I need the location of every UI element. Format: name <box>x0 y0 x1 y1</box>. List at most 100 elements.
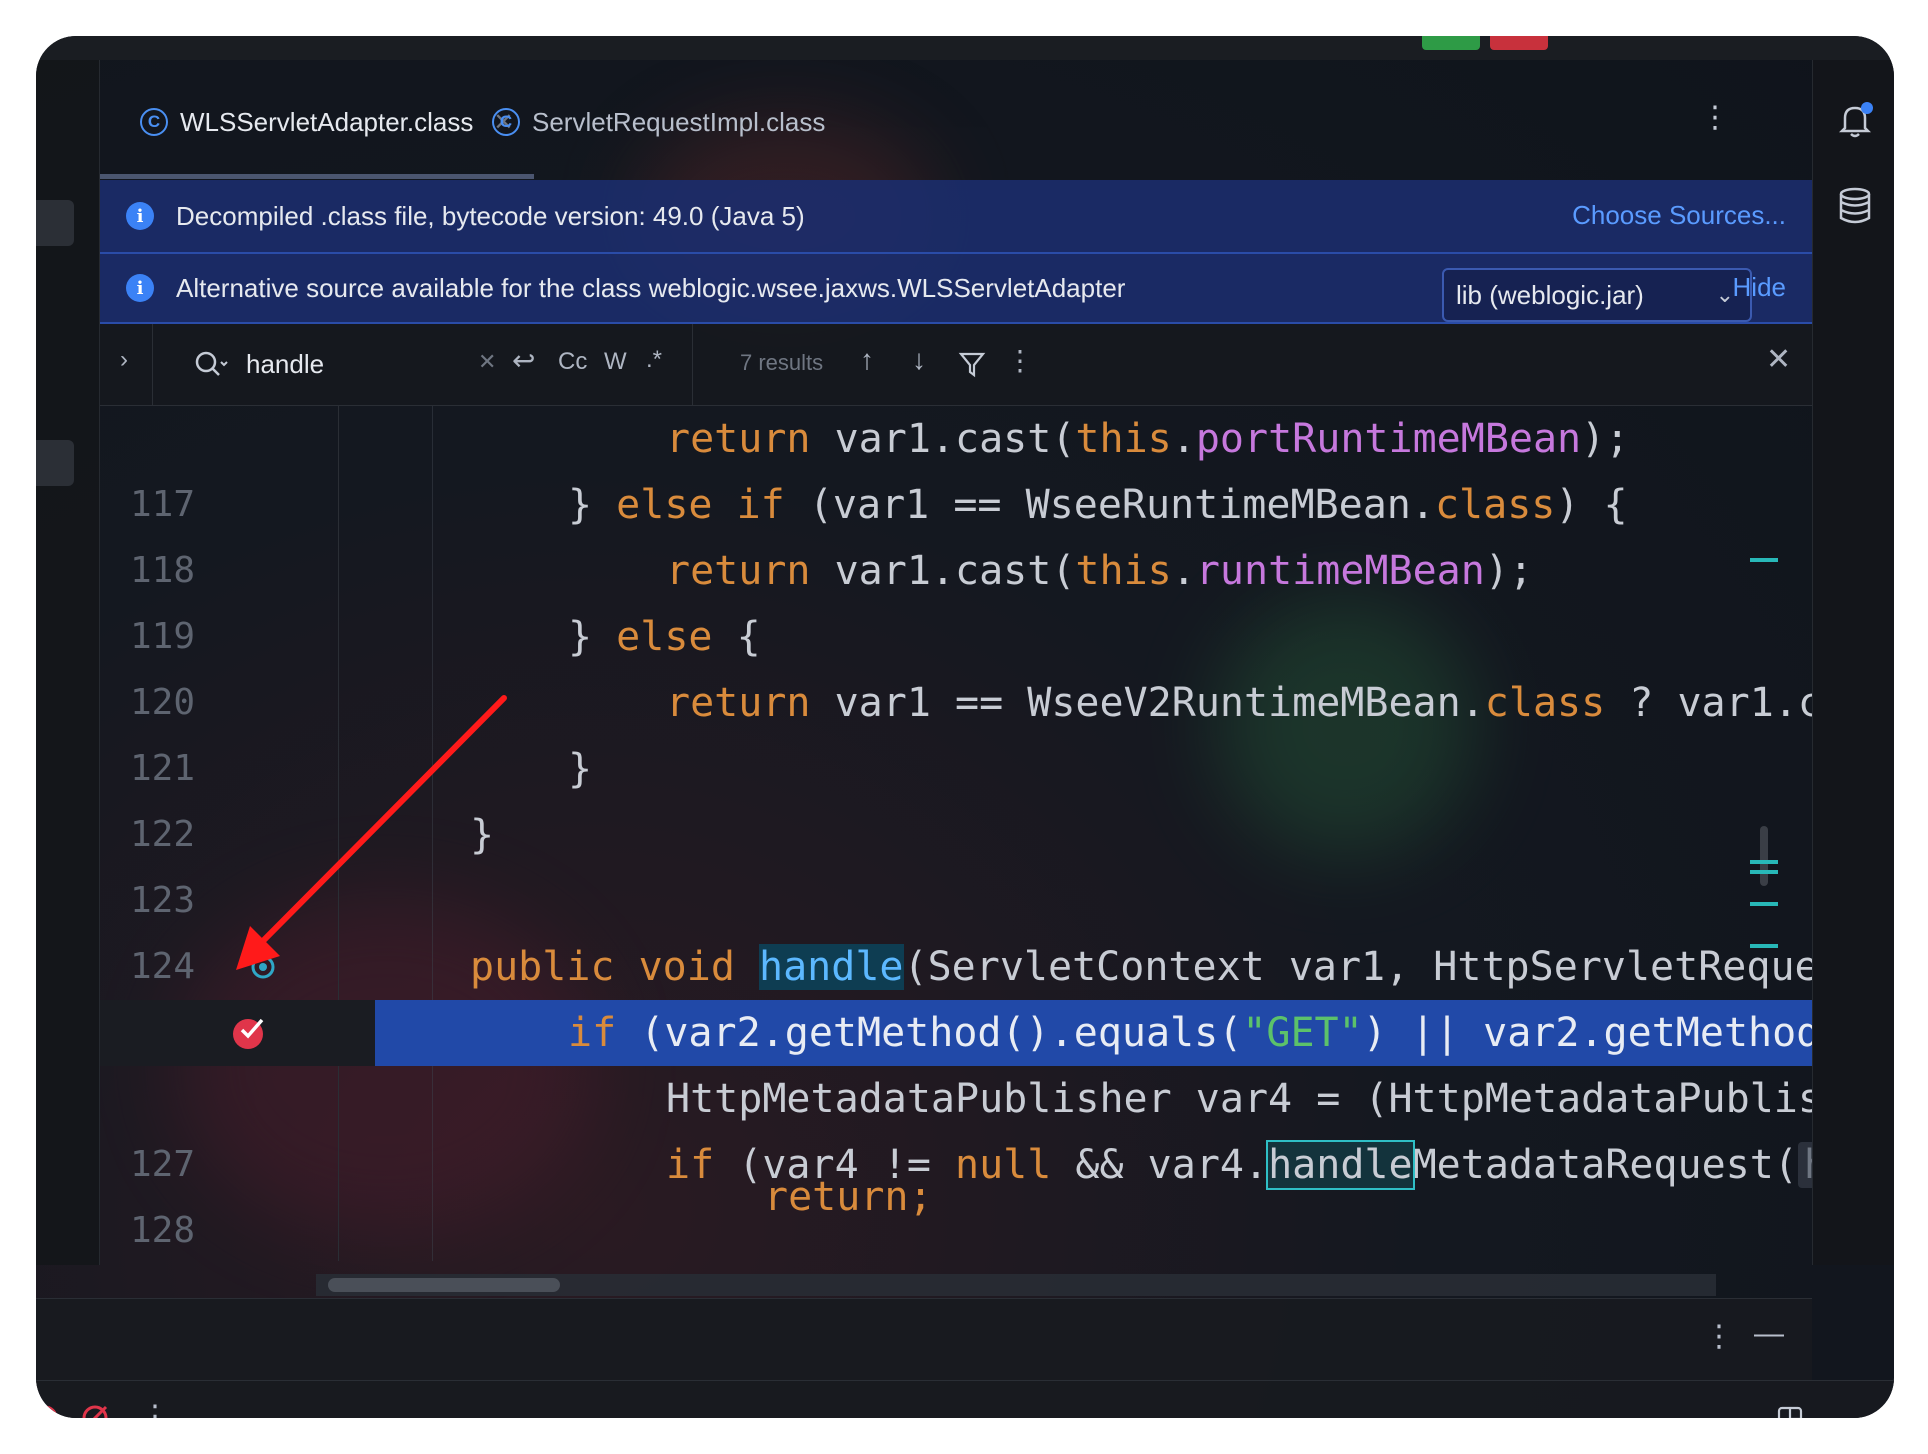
mute-breakpoints-icon[interactable] <box>80 1403 110 1418</box>
code-text: return var1.cast(this.portRuntimeMBean); <box>666 406 1629 472</box>
code-token: (var2.getMethod().equals( <box>616 1010 1243 1056</box>
next-occurrence-icon[interactable]: ↓ <box>912 344 926 376</box>
code-line: 127 HttpMetadataPublisher var4 = (HttpMe… <box>100 1066 1812 1185</box>
search-result-mark[interactable] <box>1750 902 1778 906</box>
code-text: } <box>470 812 495 858</box>
left-tool-strip <box>36 60 100 1265</box>
code-token: return <box>666 416 811 462</box>
database-icon[interactable] <box>1837 186 1873 226</box>
clear-search-icon[interactable]: ✕ <box>478 349 496 375</box>
minimize-icon[interactable]: — <box>1754 1317 1784 1351</box>
search-result-mark[interactable] <box>1750 860 1778 864</box>
more-vertical-icon[interactable]: ⋮ <box>140 1399 170 1418</box>
editor-tab-bar: C WLSServletAdapter.class ✕ C ServletReq… <box>100 72 1812 180</box>
vertical-scroll-thumb[interactable] <box>1760 826 1768 886</box>
code-line: 129 return; <box>100 1174 1812 1261</box>
regex-toggle[interactable]: .* <box>646 346 662 374</box>
search-icon[interactable] <box>194 350 228 380</box>
new-line-icon[interactable]: ↩ <box>512 344 535 377</box>
tab-label: WLSServletAdapter.class <box>180 106 474 137</box>
source-select[interactable]: lib (weblogic.jar) ⌄ <box>1442 268 1752 322</box>
previous-occurrence-icon[interactable]: ↑ <box>860 344 874 376</box>
code-token: class <box>1434 482 1556 528</box>
more-vertical-icon[interactable]: ⋮ <box>1704 1319 1734 1354</box>
code-text: if (var2.getMethod().equals("GET") || va… <box>568 1000 1812 1066</box>
search-result-mark[interactable] <box>1750 558 1778 562</box>
horizontal-scrollbar[interactable] <box>316 1274 1716 1296</box>
breakpoint-icon[interactable] <box>230 1012 270 1052</box>
title-strip <box>36 36 1894 60</box>
code-editor[interactable]: 117 return var1.cast(this.portRuntimeMBe… <box>100 406 1812 1261</box>
code-token: ) { <box>1555 482 1628 528</box>
search-match: handle <box>759 944 904 990</box>
find-bar: › ✕ ↩ Cc W .* 7 results ↑ ↓ ⋮ ✕ <box>100 324 1812 406</box>
code-token: public void <box>470 944 735 990</box>
results-count: 7 results <box>740 350 824 375</box>
debug-toolbar: ⋮ <box>36 1380 1894 1418</box>
stop-button[interactable] <box>1490 36 1548 50</box>
code-token: else if <box>616 482 785 528</box>
close-find-icon[interactable]: ✕ <box>1766 342 1791 377</box>
code-token: null <box>955 1142 1052 1188</box>
notifications-icon[interactable] <box>1835 100 1875 140</box>
info-icon: i <box>126 202 154 230</box>
tab-label: ServletRequestImpl.class <box>532 106 826 137</box>
more-vertical-icon[interactable]: ⋮ <box>1700 100 1730 135</box>
class-icon: C <box>140 108 168 136</box>
code-text: public void handle(ServletContext var1, … <box>470 934 1812 1000</box>
find-input[interactable] <box>246 344 466 384</box>
right-tool-strip <box>1812 60 1894 1265</box>
more-vertical-icon[interactable]: ⋮ <box>1006 344 1034 377</box>
parameter-hint: ht <box>1797 1142 1812 1188</box>
class-icon: C <box>492 108 520 136</box>
alternative-source-banner: i Alternative source available for the c… <box>100 254 1812 324</box>
code-token: var1 == WseeV2RuntimeMBean. <box>810 680 1485 726</box>
code-token: return <box>666 548 811 594</box>
run-button[interactable] <box>1422 36 1480 50</box>
code-token: else <box>616 614 713 660</box>
ide-window: C WLSServletAdapter.class ✕ C ServletReq… <box>36 36 1894 1418</box>
chevron-down-icon: ⌄ <box>1715 282 1734 307</box>
code-text: HttpMetadataPublisher var4 = (HttpMetada… <box>666 1076 1812 1122</box>
search-result-mark[interactable] <box>1750 944 1778 948</box>
choose-sources-link[interactable]: Choose Sources... <box>1572 200 1786 231</box>
code-token: MetadataRequest( <box>1412 1142 1798 1188</box>
filter-icon[interactable] <box>958 350 986 378</box>
code-token: ); <box>1484 548 1533 594</box>
code-token: { <box>712 614 761 660</box>
divider <box>152 324 153 406</box>
code-text: return var1 == WseeV2RuntimeMBean.class … <box>666 670 1812 736</box>
match-case-toggle[interactable]: Cc <box>558 348 587 376</box>
view-breakpoints-icon[interactable] <box>36 1403 60 1418</box>
code-text: } <box>568 746 593 792</box>
hide-link[interactable]: Hide <box>1733 272 1786 303</box>
tool-window-button[interactable] <box>36 440 74 486</box>
code-token: } <box>568 614 617 660</box>
layout-icon[interactable] <box>1776 1405 1804 1418</box>
tab-servletrequestimpl[interactable]: C ServletRequestImpl.class <box>492 102 825 142</box>
info-icon: i <box>126 274 154 302</box>
code-token: this <box>1075 416 1172 462</box>
code-token: return <box>666 680 811 726</box>
code-line: 117 return var1.cast(this.portRuntimeMBe… <box>100 406 1812 525</box>
code-token: return; <box>764 1174 933 1220</box>
code-line: 119 return var1.cast(this.runtimeMBean); <box>100 538 1812 657</box>
code-line: 122 } <box>100 736 1812 855</box>
code-token: if <box>568 1010 617 1056</box>
code-token: "GET" <box>1242 1010 1363 1056</box>
tool-window-button[interactable] <box>36 200 74 246</box>
code-token: . <box>1171 416 1196 462</box>
search-result-mark[interactable] <box>1750 870 1778 874</box>
words-toggle[interactable]: W <box>604 348 627 376</box>
chevron-right-icon[interactable]: › <box>120 346 128 374</box>
code-token: ? var1.cas <box>1629 680 1812 726</box>
code-line: 128 if (var4 != null && var4.handleMetad… <box>100 1132 1812 1251</box>
active-tab-indicator <box>100 174 534 179</box>
code-line: 125 public void handle(ServletContext va… <box>100 934 1812 1053</box>
code-token: && var4. <box>1051 1142 1269 1188</box>
tab-wlsservletadapter[interactable]: C WLSServletAdapter.class ✕ <box>140 102 513 142</box>
horizontal-scroll-thumb[interactable] <box>328 1278 560 1292</box>
code-text: } else { <box>568 604 761 670</box>
implemented-method-icon[interactable] <box>250 954 276 980</box>
